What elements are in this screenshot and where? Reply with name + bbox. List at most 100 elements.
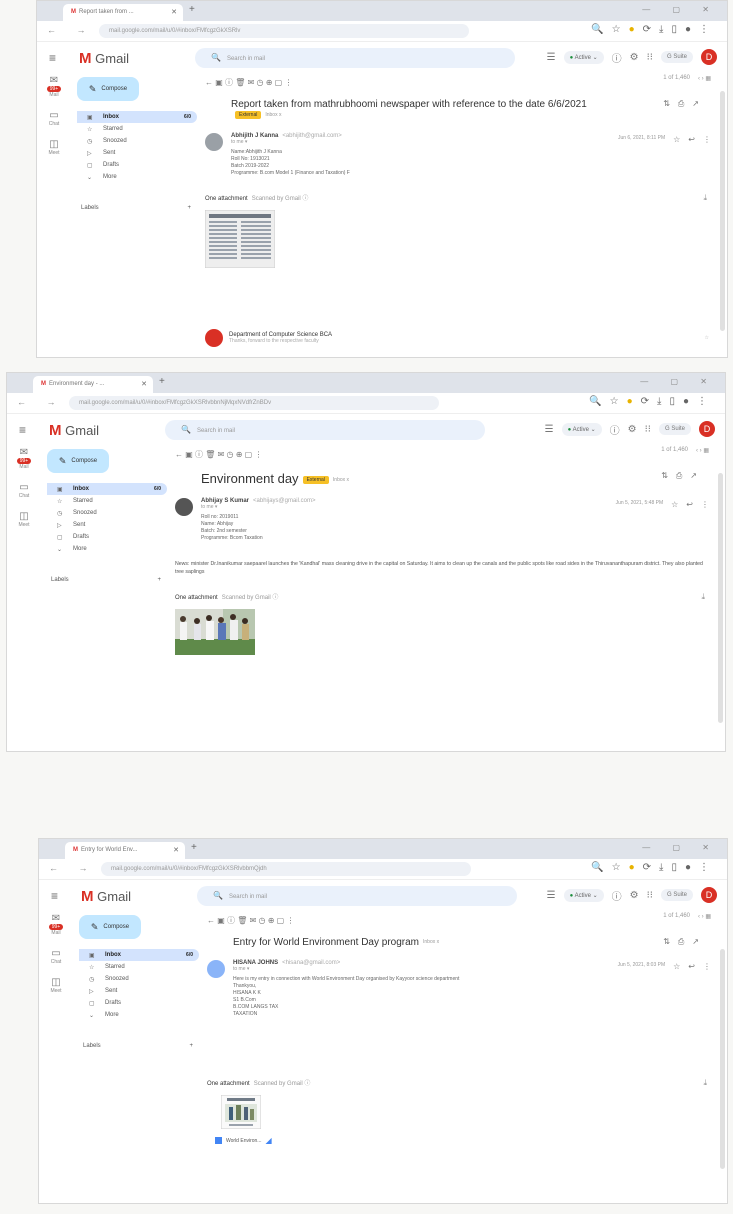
- pager[interactable]: 1 of 1,460 ‹ › ▦: [663, 913, 711, 920]
- print-icon[interactable]: ⇅⎙↗: [663, 99, 707, 109]
- gmail-logo[interactable]: M Gmail: [79, 50, 129, 67]
- gsuite-badge[interactable]: G Suite: [660, 889, 693, 901]
- add-label-button[interactable]: +: [157, 577, 161, 583]
- message-toolbar[interactable]: ← ▣ ⓘ 🗑 ✉ ◷ ⊕ ▢ ⋮ 1 of 1,460 ‹ › ▦: [207, 913, 715, 927]
- tab-close-icon[interactable]: ✕: [171, 4, 177, 21]
- help-icon[interactable]: ⓘ: [612, 888, 622, 903]
- gsuite-badge[interactable]: G Suite: [658, 423, 691, 435]
- add-label-button[interactable]: +: [189, 1043, 193, 1049]
- rail-meet[interactable]: ◫ Meet: [39, 977, 73, 994]
- url-field[interactable]: mail.google.com/mail/u/0/#inbox/FMfcgzGk…: [69, 396, 439, 410]
- sidebar-item-sent[interactable]: ▷ Sent: [77, 147, 197, 159]
- rail-meet[interactable]: ◫ Meet: [7, 511, 41, 528]
- pager[interactable]: 1 of 1,460 ‹ › ▦: [663, 75, 711, 82]
- rail-chat[interactable]: ▭ Chat: [7, 482, 41, 499]
- reply-icon[interactable]: ↩: [688, 962, 695, 971]
- attachment-thumbnail-poster[interactable]: [220, 1094, 715, 1134]
- attachment-thumbnail-photo[interactable]: [175, 609, 713, 660]
- gmail-logo[interactable]: M Gmail: [49, 422, 99, 439]
- scrollbar[interactable]: [720, 949, 725, 1169]
- star-icon[interactable]: ☆: [673, 135, 680, 144]
- external-label[interactable]: External: [302, 475, 329, 484]
- star-icon[interactable]: ☆: [671, 500, 678, 509]
- window-controls[interactable]: — ▢ ✕: [642, 5, 719, 14]
- filter-icon[interactable]: ☰: [547, 52, 556, 63]
- rail-mail[interactable]: ✉ 99+ Mail: [7, 447, 41, 470]
- window-controls[interactable]: — ▢ ✕: [640, 377, 717, 386]
- search-input[interactable]: 🔍 Search in mail: [165, 420, 485, 440]
- browser-tab[interactable]: M Environment day - ... ✕: [33, 376, 153, 393]
- apps-icon[interactable]: ⁝⁝: [645, 424, 651, 435]
- settings-icon[interactable]: ⚙: [630, 890, 639, 901]
- rail-mail[interactable]: ✉ 99+ Mail: [39, 913, 73, 936]
- more-icon[interactable]: ⋮: [703, 962, 711, 971]
- help-icon[interactable]: ⓘ: [612, 50, 622, 65]
- gsuite-badge[interactable]: G Suite: [660, 51, 693, 63]
- browser-toolbar-icons[interactable]: 🔍☆●⟳⤓▯●⋮: [589, 396, 715, 407]
- tab-close-icon[interactable]: ✕: [141, 376, 147, 393]
- more-icon[interactable]: ⋮: [703, 135, 711, 144]
- sender-avatar[interactable]: [207, 960, 225, 978]
- rail-meet[interactable]: ◫ Meet: [37, 139, 71, 156]
- star-icon[interactable]: ☆: [673, 962, 680, 971]
- sidebar-item-inbox[interactable]: ▣ Inbox 6/0: [79, 949, 199, 961]
- search-input[interactable]: 🔍 Search in mail: [197, 886, 517, 906]
- sidebar-item-drafts[interactable]: ▢ Drafts: [79, 997, 199, 1009]
- sidebar-item-starred[interactable]: ☆ Starred: [77, 123, 197, 135]
- avatar[interactable]: D: [701, 887, 717, 903]
- sidebar-item-more[interactable]: ⌄ More: [79, 1009, 199, 1021]
- active-status[interactable]: ● Active ⌄: [561, 422, 602, 436]
- gmail-logo[interactable]: M Gmail: [81, 888, 131, 905]
- sender-avatar[interactable]: [205, 133, 223, 151]
- print-icon[interactable]: ⇅⎙↗: [661, 471, 705, 481]
- sidebar-item-snoozed[interactable]: ◷ Snoozed: [47, 507, 167, 519]
- search-input[interactable]: 🔍 Search in mail: [195, 48, 515, 68]
- new-tab-button[interactable]: +: [159, 376, 165, 387]
- add-label-button[interactable]: +: [187, 205, 191, 211]
- inbox-label[interactable]: Inbox x: [265, 112, 281, 118]
- avatar[interactable]: D: [701, 49, 717, 65]
- apps-icon[interactable]: ⁝⁝: [647, 890, 653, 901]
- sidebar-item-snoozed[interactable]: ◷ Snoozed: [79, 973, 199, 985]
- sidebar-item-starred[interactable]: ☆ Starred: [79, 961, 199, 973]
- compose-button[interactable]: ✎ Compose: [77, 77, 139, 101]
- sidebar-item-inbox[interactable]: ▣ Inbox 6/0: [47, 483, 167, 495]
- rail-chat[interactable]: ▭ Chat: [37, 110, 71, 127]
- new-tab-button[interactable]: +: [191, 842, 197, 853]
- next-message-row[interactable]: Department of Computer Science BCA Thanks…: [205, 329, 715, 347]
- browser-tab[interactable]: M Report taken from ... ✕: [63, 4, 183, 21]
- sidebar-item-snoozed[interactable]: ◷ Snoozed: [77, 135, 197, 147]
- reply-icon[interactable]: ↩: [686, 500, 693, 509]
- settings-icon[interactable]: ⚙: [628, 424, 637, 435]
- window-controls[interactable]: — ▢ ✕: [642, 843, 719, 852]
- settings-icon[interactable]: ⚙: [630, 52, 639, 63]
- help-icon[interactable]: ⓘ: [610, 422, 620, 437]
- recipient-line[interactable]: to me ▾: [201, 504, 315, 510]
- sender-avatar[interactable]: [175, 498, 193, 516]
- scrollbar[interactable]: [718, 473, 723, 723]
- rail-chat[interactable]: ▭ Chat: [39, 948, 73, 965]
- sidebar-item-more[interactable]: ⌄ More: [47, 543, 167, 555]
- new-tab-button[interactable]: +: [189, 4, 195, 15]
- message-toolbar[interactable]: ← ▣ ⓘ 🗑 ✉ ◷ ⊕ ▢ ⋮ 1 of 1,460 ‹ › ▦: [175, 447, 713, 461]
- download-all-icon[interactable]: ⤓: [703, 1078, 707, 1088]
- browser-toolbar-icons[interactable]: 🔍☆●⟳⤓▯●⋮: [591, 24, 717, 35]
- sidebar-item-drafts[interactable]: ▢ Drafts: [47, 531, 167, 543]
- reply-icon[interactable]: ↩: [688, 135, 695, 144]
- filter-icon[interactable]: ☰: [547, 890, 556, 901]
- compose-button[interactable]: ✎ Compose: [47, 449, 109, 473]
- sidebar-item-starred[interactable]: ☆ Starred: [47, 495, 167, 507]
- sidebar-item-sent[interactable]: ▷ Sent: [47, 519, 167, 531]
- attachment-file-chip[interactable]: World Environ... ◢: [215, 1136, 715, 1145]
- menu-icon[interactable]: ≡: [51, 889, 58, 903]
- url-field[interactable]: mail.google.com/mail/u/0/#inbox/FMfcgzGk…: [101, 862, 471, 876]
- apps-icon[interactable]: ⁝⁝: [647, 52, 653, 63]
- external-label[interactable]: External: [235, 111, 262, 120]
- more-icon[interactable]: ⋮: [701, 500, 709, 509]
- sidebar-item-more[interactable]: ⌄ More: [77, 171, 197, 183]
- sidebar-item-inbox[interactable]: ▣ Inbox 6/0: [77, 111, 197, 123]
- avatar[interactable]: D: [699, 421, 715, 437]
- attachment-thumbnail-newspaper[interactable]: [204, 209, 715, 273]
- sidebar-item-drafts[interactable]: ▢ Drafts: [77, 159, 197, 171]
- message-toolbar[interactable]: ← ▣ ⓘ 🗑 ✉ ◷ ⊕ ▢ ⋮ 1 of 1,460 ‹ › ▦: [205, 75, 715, 89]
